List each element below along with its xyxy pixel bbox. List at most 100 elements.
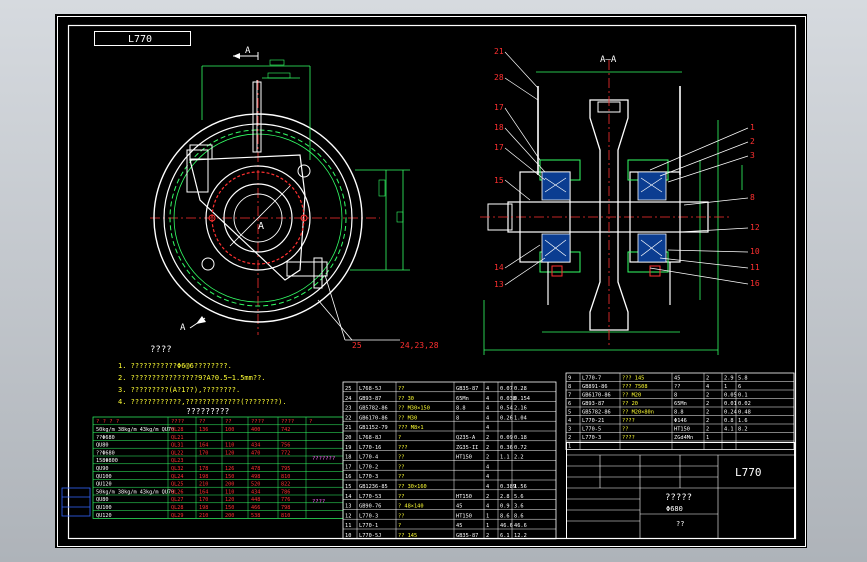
bom-cell: 4 (486, 386, 489, 392)
balloon-25: 25 (352, 341, 362, 350)
bom-cell: 8 (456, 415, 459, 421)
note-3: 3. ?????????(A?1??),????????. (118, 386, 240, 394)
bom-table-right: 9 L770-7??? 145 45 2 2.9 5.88 GB891-86??? 7508… (565, 372, 795, 450)
svg-text:11: 11 (750, 263, 760, 272)
bom-cell: 18 (345, 455, 351, 461)
bom-cell: ? 48×140 (398, 504, 424, 510)
bom-cell: 4 (486, 425, 489, 431)
perf-cell: 210 (199, 482, 208, 488)
perf-cell: QL22 (171, 450, 184, 456)
bom-cell: HT150 (456, 494, 472, 500)
perf-cell: QL29 (171, 513, 184, 519)
perf-cell: QU100 (96, 505, 112, 511)
bom-cell: 2 (706, 410, 709, 416)
bom-cell: ?? M30×150 (398, 406, 430, 412)
bom-cell: GB90-76 (359, 504, 381, 510)
bom-cell: ?? M20×80n (622, 410, 654, 416)
bom-cell: GB35-87 (456, 533, 478, 539)
section-title: A–A (600, 55, 617, 65)
bom-cell: ?? 145 (398, 533, 417, 539)
bom-table-left: 25 L768-5J?? GB35-87 4 0.07 0.2824 GB93-87?? 3… (342, 381, 557, 540)
bom-cell: ?? (398, 494, 404, 500)
perf-cell: 200 (225, 513, 234, 519)
svg-text:17: 17 (494, 143, 504, 152)
bom-cell: ???? (622, 418, 635, 424)
perf-cell: QL25 (171, 482, 184, 488)
perf-cell: 810 (281, 513, 290, 519)
perf-cell: QL23 (171, 458, 184, 464)
perf-cell: QU80 (96, 443, 109, 449)
bom-cell: GB1236-85 (359, 484, 388, 490)
bom-cell: 4 (486, 464, 489, 470)
perf-cell: QL24 (171, 474, 184, 480)
section-label-a-top: A (245, 46, 251, 56)
bom-cell: ?? M30 (398, 415, 417, 421)
perf-cell: 150 (225, 505, 234, 511)
perf-cell: 126 (225, 466, 234, 472)
perf-cell: 478 (251, 466, 260, 472)
perf-cell: 434 (251, 443, 260, 449)
bom-cell: 13 (345, 504, 351, 510)
bom-cell: L770-7 (582, 376, 601, 382)
perf-header-cell: ? (309, 419, 312, 425)
title-block-name: ????? (665, 493, 692, 503)
bom-cell: ??? (398, 445, 408, 451)
bom-cell: 10 (345, 533, 351, 539)
balloon-24-23-28: 24,23,28 (400, 341, 439, 350)
bom-cell: 0.18 (514, 435, 527, 441)
bom-cell: 45 (456, 523, 462, 529)
bom-cell: 1 (486, 513, 489, 519)
svg-text:13: 13 (494, 280, 504, 289)
perf-header-cell: ? ? ? ? (96, 419, 119, 425)
bom-cell: 1 (568, 444, 571, 450)
bom-cell: Φ146 (674, 418, 687, 424)
perf-header-cell: ?? (199, 419, 206, 425)
perf-cell: QU80 (96, 497, 109, 503)
bom-cell: 6 (568, 401, 571, 407)
perf-cell: 434 (251, 489, 260, 495)
perf-cell: 400 (251, 427, 260, 433)
bom-cell: 0.01 (724, 401, 737, 407)
bom-cell: 6.1 (500, 533, 510, 539)
perf-cell: 110 (225, 443, 234, 449)
svg-text:1: 1 (750, 123, 755, 132)
perf-cell: 798 (281, 505, 290, 511)
bom-cell: 2 (706, 401, 709, 407)
perf-cell: 198 (199, 505, 208, 511)
bom-cell: L768-8J (359, 435, 381, 441)
bom-cell: 2 (706, 427, 709, 433)
bom-cell: GB93-87 (582, 401, 604, 407)
svg-text:2: 2 (750, 137, 755, 146)
bom-cell: 45 (456, 504, 462, 510)
perf-side-note: ???? (312, 499, 325, 505)
perf-cell: 786 (281, 489, 290, 495)
bom-cell: 15 (345, 484, 351, 490)
bom-cell: 1.04 (514, 415, 527, 421)
section-view-a-a (480, 51, 749, 355)
bom-cell: 5 (568, 410, 571, 416)
bom-cell: 1 (724, 384, 727, 390)
perf-cell: 742 (281, 427, 290, 433)
bom-cell: 4 (486, 415, 489, 421)
bom-cell: 8.2 (738, 427, 748, 433)
bom-cell: ZG35-II (456, 445, 478, 451)
bom-cell: 22 (345, 415, 351, 421)
bom-cell: ZGd4Mn (674, 435, 693, 441)
bom-cell: GB5782-86 (582, 410, 611, 416)
bom-cell: 2 (486, 445, 489, 451)
perf-cell: 50kg/m 38kg/m 43kg/m QU70 (96, 427, 174, 433)
perf-cell: 164 (199, 443, 208, 449)
perf-cell: QL28 (171, 427, 184, 433)
bom-cell: 4 (706, 384, 709, 390)
bom-cell: 21 (345, 425, 351, 431)
bom-cell: 2 (486, 455, 489, 461)
svg-text:3: 3 (750, 151, 755, 160)
bom-cell: Q235-A (456, 435, 476, 441)
bom-cell: 1.1 (500, 455, 510, 461)
bom-cell: 14 (345, 494, 351, 500)
bom-cell: 8 (568, 384, 571, 390)
perf-cell: 520 (251, 482, 260, 488)
perf-cell: QU120 (96, 482, 112, 488)
perf-cell: QL21 (171, 435, 184, 441)
perf-cell: 136 (199, 427, 208, 433)
